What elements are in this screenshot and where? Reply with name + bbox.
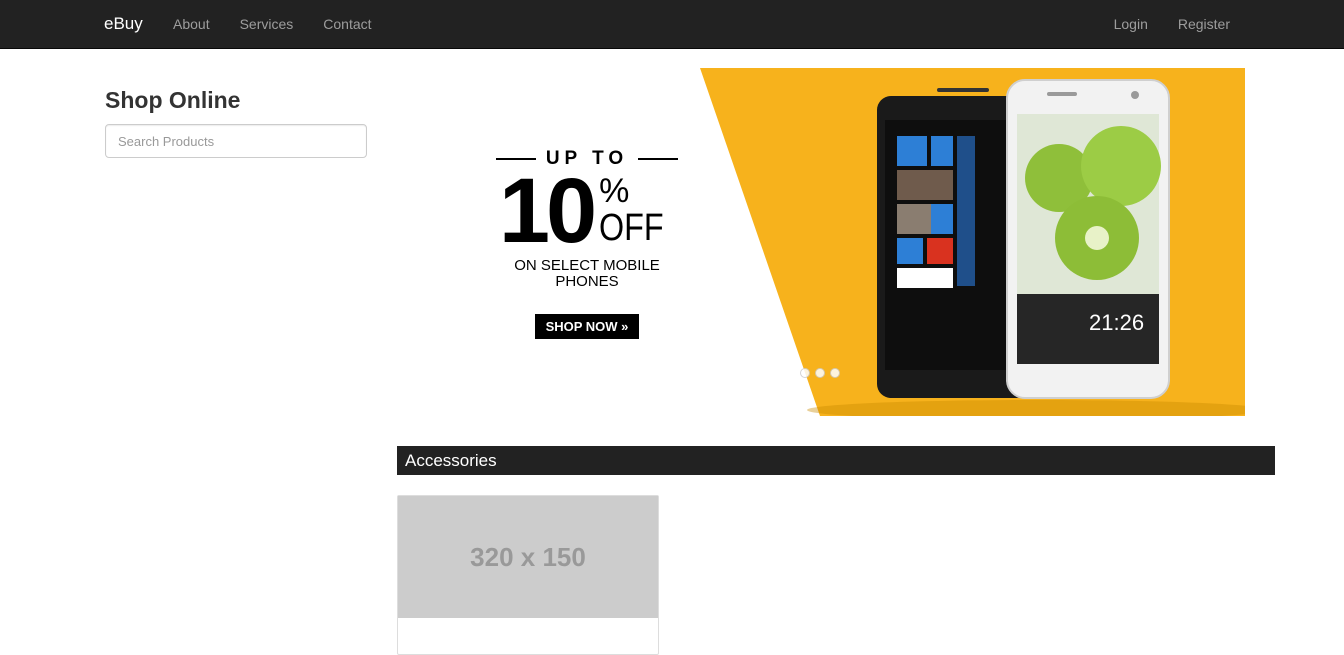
nav-right: Login Register: [1099, 0, 1245, 48]
nav-register-link[interactable]: Register: [1163, 0, 1245, 48]
white-phone-image: [1006, 79, 1170, 399]
carousel-indicator-3[interactable]: [830, 368, 840, 378]
section-header-bar: Accessories: [397, 446, 1275, 475]
promo-carousel[interactable]: 21:26 UP TO 10 % OFF ON SELECT MOBILE PH…: [397, 68, 1245, 416]
nav-left: About Services Contact: [158, 0, 387, 48]
carousel-indicators: [800, 368, 840, 378]
carousel-indicator-2[interactable]: [815, 368, 825, 378]
promo-off: OFF: [599, 207, 664, 249]
promo-percent: %: [599, 172, 630, 210]
search-input[interactable]: [105, 124, 367, 158]
promo-text-block: UP TO 10 % OFF ON SELECT MOBILE PHONES S…: [487, 148, 687, 339]
nav-services-link[interactable]: Services: [225, 0, 309, 48]
sidebar-title: Shop Online: [105, 87, 241, 113]
shop-now-button[interactable]: SHOP NOW »: [534, 314, 640, 339]
product-image-placeholder: 320 x 150: [398, 496, 658, 618]
promo-number: 10: [498, 160, 597, 262]
carousel-indicator-1[interactable]: [800, 368, 810, 378]
top-navbar: eBuy About Services Contact Login Regist…: [0, 0, 1344, 49]
brand-link[interactable]: eBuy: [104, 0, 143, 48]
nav-about-link[interactable]: About: [158, 0, 225, 48]
promo-discount: 10 % OFF: [487, 160, 687, 262]
phone-clock: 21:26: [1089, 310, 1144, 335]
nav-contact-link[interactable]: Contact: [308, 0, 386, 48]
nav-login-link[interactable]: Login: [1099, 0, 1163, 48]
promo-subtitle: ON SELECT MOBILE PHONES: [514, 257, 660, 290]
promo-side: % OFF: [599, 174, 675, 248]
product-thumbnail[interactable]: 320 x 150: [397, 495, 659, 655]
section-title: Accessories: [405, 451, 497, 470]
